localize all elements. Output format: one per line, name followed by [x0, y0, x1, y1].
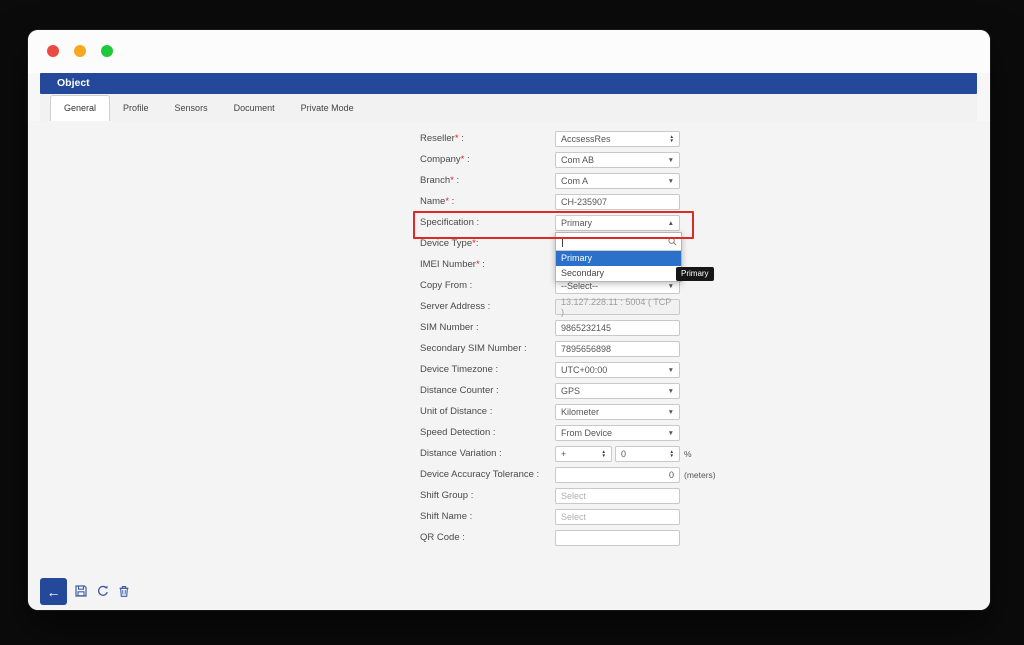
sim-number-field[interactable]: [555, 320, 680, 336]
save-button[interactable]: [73, 583, 89, 599]
reseller-select[interactable]: AccsessRes ▲ ▼: [555, 131, 680, 147]
branch-select[interactable]: Com A ▼: [555, 173, 680, 189]
dropdown-option-primary[interactable]: Primary: [556, 251, 681, 266]
chevron-down-icon: ▼: [667, 177, 674, 185]
sim-number-label: SIM Number :: [420, 322, 479, 333]
dropdown-option-secondary[interactable]: Secondary: [556, 266, 681, 281]
save-icon: [75, 585, 87, 597]
chevron-down-icon: ▼: [667, 387, 674, 395]
back-arrow-icon: ←: [46, 583, 61, 600]
text-cursor: [562, 236, 563, 247]
secondary-sim-number-field[interactable]: [555, 341, 680, 357]
branch-label: Branch* :: [420, 175, 460, 186]
unit-of-distance-select[interactable]: Kilometer ▼: [555, 404, 680, 420]
app-window: Object General Profile Sensors Document …: [28, 30, 990, 610]
copy-from-label: Copy From :: [420, 280, 473, 291]
device-type-label: Device Type*:: [420, 238, 479, 249]
distance-variation-value-select[interactable]: 0 ▲ ▼: [615, 446, 680, 462]
titlebar: [28, 30, 990, 73]
tab-profile[interactable]: Profile: [110, 96, 162, 121]
device-accuracy-tolerance-label: Device Accuracy Tolerance :: [420, 469, 540, 480]
name-label: Name* :: [420, 196, 455, 207]
minimize-window-button[interactable]: [74, 45, 86, 57]
device-accuracy-tolerance-field[interactable]: [555, 467, 680, 483]
tab-sensors[interactable]: Sensors: [162, 96, 221, 121]
distance-variation-sign-select[interactable]: + ▲ ▼: [555, 446, 612, 462]
chevron-down-icon: ▼: [667, 156, 674, 164]
back-button[interactable]: ←: [40, 578, 67, 605]
name-field[interactable]: [555, 194, 680, 210]
maximize-window-button[interactable]: [101, 45, 113, 57]
trash-icon: [119, 586, 129, 597]
chevron-up-icon: ▲: [667, 219, 674, 227]
shift-group-field[interactable]: [555, 488, 680, 504]
qr-code-label: QR Code :: [420, 532, 465, 543]
delete-button[interactable]: [116, 583, 132, 599]
secondary-sim-number-label: Secondary SIM Number :: [420, 343, 527, 354]
distance-counter-label: Distance Counter :: [420, 385, 499, 396]
close-window-button[interactable]: [47, 45, 59, 57]
tab-general[interactable]: General: [50, 95, 111, 121]
speed-detection-select[interactable]: From Device ▼: [555, 425, 680, 441]
company-select[interactable]: Com AB ▼: [555, 152, 680, 168]
dropdown-search-input[interactable]: [556, 233, 681, 251]
chevron-down-icon: ▼: [667, 429, 674, 437]
percent-suffix-label: %: [684, 449, 692, 459]
shift-name-field[interactable]: [555, 509, 680, 525]
shift-name-label: Shift Name :: [420, 511, 473, 522]
distance-counter-select[interactable]: GPS ▼: [555, 383, 680, 399]
imei-number-label: IMEI Number* :: [420, 259, 485, 270]
speed-detection-label: Speed Detection :: [420, 427, 496, 438]
stepper-icon: ▲ ▼: [601, 449, 606, 458]
chevron-down-icon: ▼: [667, 366, 674, 374]
search-icon: [668, 233, 677, 251]
reseller-label: Reseller* :: [420, 133, 464, 144]
stepper-icon: ▲ ▼: [669, 134, 674, 143]
company-label: Company* :: [420, 154, 470, 165]
stepper-icon: ▲ ▼: [669, 449, 674, 458]
server-address-field: 13.127.228.11 : 5004 ( TCP ): [555, 297, 680, 317]
page-title: Object: [40, 73, 977, 94]
unit-of-distance-label: Unit of Distance :: [420, 406, 493, 417]
tooltip: Primary: [676, 267, 714, 281]
chevron-down-icon: ▼: [667, 282, 674, 290]
device-timezone-label: Device Timezone :: [420, 364, 499, 375]
refresh-button[interactable]: [95, 583, 111, 599]
specification-dropdown-panel: Primary Secondary: [555, 232, 682, 282]
meters-suffix-label: (meters): [684, 470, 716, 480]
specification-label: Specification :: [420, 217, 480, 228]
distance-variation-label: Distance Variation :: [420, 448, 502, 459]
tab-bar: General Profile Sensors Document Private…: [40, 94, 977, 122]
tab-private-mode[interactable]: Private Mode: [288, 96, 367, 121]
refresh-icon: [98, 585, 108, 596]
chevron-down-icon: ▼: [667, 408, 674, 416]
server-address-label: Server Address :: [420, 301, 491, 312]
shift-group-label: Shift Group :: [420, 490, 474, 501]
device-timezone-select[interactable]: UTC+00:00 ▼: [555, 362, 680, 378]
tab-document[interactable]: Document: [221, 96, 288, 121]
qr-code-field[interactable]: [555, 530, 680, 546]
specification-select[interactable]: Primary ▲: [555, 215, 680, 231]
